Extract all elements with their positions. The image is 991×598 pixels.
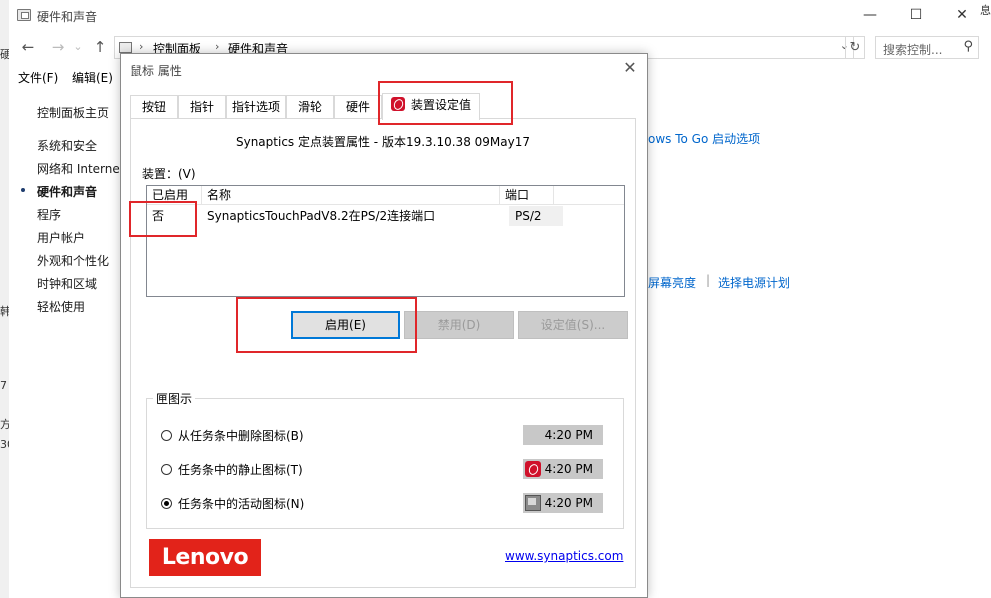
sidebar-item-programs[interactable]: 程序 [37,206,61,223]
device-list-header: 已启用 名称 端口 [147,186,624,205]
tab-buttons[interactable]: 按钮 [130,95,178,119]
minimize-button[interactable]: — [847,0,893,30]
search-input[interactable]: 搜索控制... ⚲ [875,36,979,59]
sidebar-item-user-accounts[interactable]: 用户帐户 [37,229,85,246]
control-panel-icon [119,42,132,53]
device-label: 装置：(V) [142,167,196,181]
sidebar-item-network[interactable]: 网络和 Internet [37,160,124,177]
tab-wheel[interactable]: 滑轮 [286,95,334,119]
tray-preview-none: 4:20 PM [523,425,603,445]
tab-pointers[interactable]: 指针 [178,95,226,119]
tab-strip: 按钮 指针 指针选项 滑轮 硬件 装置设定值 [130,93,634,120]
search-placeholder: 搜索控制... [883,43,943,57]
synaptics-active-icon [525,495,541,511]
settings-button[interactable]: 设定值(S)... [518,311,628,339]
active-bullet-icon [21,188,25,192]
screen-brightness-link[interactable]: 屏幕亮度 [648,274,696,291]
tray-time: 4:20 PM [544,428,593,442]
dialog-close-icon[interactable]: ✕ [619,58,641,78]
sidebar-item-ease-of-access[interactable]: 轻松使用 [37,298,85,315]
sidebar-item-system-security[interactable]: 系统和安全 [37,137,97,154]
column-port[interactable]: 端口 [500,186,554,205]
disable-button[interactable]: 禁用(D) [404,311,514,339]
sidebar-item-hardware-sound[interactable]: 硬件和声音 [37,183,97,200]
window-title: 硬件和声音 [37,10,98,24]
radio-active-icon[interactable]: 任务条中的活动图标(N) [161,495,304,513]
annotation-highlight [129,201,197,237]
tray-time: 4:20 PM [544,496,593,510]
edge-fragment: 方 [0,418,9,431]
synaptics-static-icon [525,461,541,477]
synaptics-website-link[interactable]: www.synaptics.com [505,549,623,563]
background-window-strip: 硬 韩 7 方 30 [0,0,9,598]
menu-file[interactable]: 文件(F) [18,69,58,86]
edge-fragment: 韩 [0,305,9,318]
radio-label: 任务条中的活动图标(N) [178,497,305,511]
radio-button[interactable] [161,430,172,441]
breadcrumb-separator-icon[interactable]: › [215,40,219,53]
radio-static-icon[interactable]: 任务条中的静止图标(T) [161,461,303,479]
dialog-title: 鼠标 属性 [130,64,182,78]
link-separator: | [706,273,711,287]
refresh-icon[interactable]: ↻ [845,36,865,59]
forward-arrow-icon[interactable]: → [47,37,69,57]
lenovo-logo: Lenovo [149,539,261,576]
tray-icon-group: 匣图示 从任务条中删除图标(B) 4:20 PM 任务条中的静止图标(T) 4:… [146,390,624,529]
radio-remove-icon[interactable]: 从任务条中删除图标(B) [161,427,304,445]
back-arrow-icon[interactable]: ← [17,37,39,57]
tray-icon-group-title: 匣图示 [153,390,196,407]
tray-time: 4:20 PM [544,462,593,476]
device-settings-panel: Synaptics 定点装置属性 - 版本19.3.10.38 09May17 … [130,118,636,588]
edge-fragment: 30 [0,438,9,451]
tray-preview-active: 4:20 PM [523,493,603,513]
sidebar-item-home[interactable]: 控制面板主页 [37,104,109,121]
choose-power-plan-link[interactable]: 选择电源计划 [718,274,790,291]
cell-port: PS/2 [509,206,563,226]
windows-to-go-link[interactable]: ows To Go 启动选项 [648,130,760,147]
tray-preview-static: 4:20 PM [523,459,603,479]
maximize-button[interactable]: ☐ [893,0,939,30]
menu-edit[interactable]: 编辑(E) [72,69,113,86]
radio-label: 任务条中的静止图标(T) [178,463,303,477]
tab-hardware[interactable]: 硬件 [334,95,382,119]
breadcrumb-separator-icon[interactable]: › [139,40,143,53]
tab-device-settings[interactable]: 装置设定值 [382,93,480,120]
control-panel-icon [17,9,31,21]
up-arrow-icon[interactable]: ↑ [89,37,111,57]
close-button[interactable]: ✕ [939,0,985,30]
tab-pointer-options[interactable]: 指针选项 [226,95,286,119]
title-bar: 硬件和声音 — ☐ ✕ [9,0,991,32]
annotation-highlight [236,297,417,353]
synaptics-icon [390,97,405,111]
cell-name: SynapticsTouchPadV8.2在PS/2连接端口 [207,209,436,223]
sidebar-item-clock-region[interactable]: 时钟和区域 [37,275,97,292]
edge-fragment: 硬 [0,48,9,61]
search-icon[interactable]: ⚲ [963,39,973,54]
version-label: Synaptics 定点装置属性 - 版本19.3.10.38 09May17 [235,135,530,149]
radio-button[interactable] [161,464,172,475]
recent-locations-chevron-icon[interactable]: ⌄ [67,37,89,57]
device-list[interactable]: 已启用 名称 端口 否 SynapticsTouchPadV8.2在PS/2连接… [146,185,625,297]
tab-device-settings-label: 装置设定值 [410,98,471,112]
table-row[interactable]: 否 SynapticsTouchPadV8.2在PS/2连接端口 PS/2 [147,206,624,226]
column-name[interactable]: 名称 [202,186,500,205]
sidebar-item-appearance[interactable]: 外观和个性化 [37,252,109,269]
radio-button-checked[interactable] [161,498,172,509]
edge-fragment: 7 [0,379,7,392]
radio-label: 从任务条中删除图标(B) [178,429,304,443]
